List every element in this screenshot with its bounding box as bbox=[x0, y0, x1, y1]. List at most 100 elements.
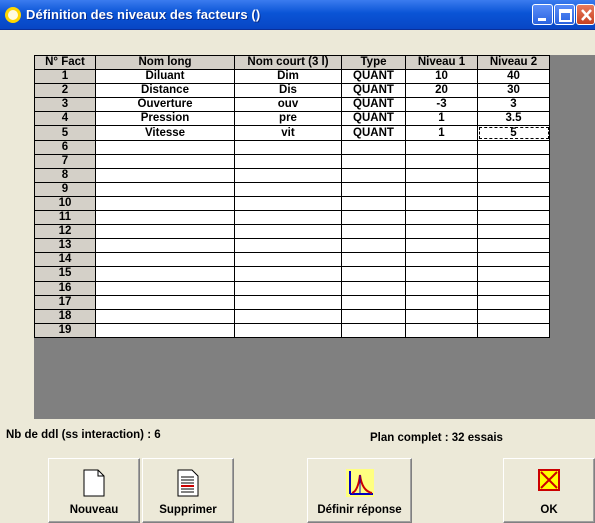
factor-table[interactable]: N° Fact Nom long Nom court (3 l) Type Niveau… bbox=[34, 54, 550, 338]
table-cell[interactable] bbox=[477, 266, 550, 282]
maximize-button[interactable] bbox=[554, 4, 575, 25]
table-cell[interactable] bbox=[405, 224, 478, 240]
table-cell[interactable]: 1 bbox=[405, 125, 478, 141]
table-cell[interactable]: QUANT bbox=[341, 111, 406, 127]
table-cell[interactable] bbox=[341, 266, 406, 282]
table-cell[interactable] bbox=[95, 294, 235, 310]
table-cell[interactable] bbox=[405, 294, 478, 310]
table-cell[interactable] bbox=[95, 181, 235, 197]
table-cell[interactable]: 3.5 bbox=[477, 111, 550, 127]
table-cell[interactable] bbox=[341, 252, 406, 268]
table-cell[interactable]: Diluant bbox=[95, 69, 235, 85]
table-cell[interactable]: 30 bbox=[477, 83, 550, 99]
table-cell[interactable] bbox=[95, 308, 235, 324]
table-cell[interactable]: Vitesse bbox=[95, 125, 235, 141]
table-row[interactable]: 15 bbox=[34, 266, 550, 282]
table-row[interactable]: 16 bbox=[34, 280, 550, 296]
table-cell[interactable] bbox=[341, 322, 406, 338]
table-cell[interactable]: 20 bbox=[405, 83, 478, 99]
table-row[interactable]: 8 bbox=[34, 167, 550, 183]
table-cell[interactable]: Ouverture bbox=[95, 97, 235, 113]
table-cell[interactable] bbox=[405, 280, 478, 296]
table-cell[interactable] bbox=[341, 308, 406, 324]
table-row[interactable]: 14 bbox=[34, 252, 550, 268]
table-cell[interactable] bbox=[405, 167, 478, 183]
table-cell[interactable] bbox=[234, 252, 342, 268]
table-cell[interactable]: ouv bbox=[234, 97, 342, 113]
table-cell[interactable]: QUANT bbox=[341, 125, 406, 141]
table-cell[interactable] bbox=[477, 139, 550, 155]
table-row[interactable]: 19 bbox=[34, 322, 550, 338]
table-cell[interactable] bbox=[234, 181, 342, 197]
table-cell[interactable] bbox=[95, 238, 235, 254]
table-cell[interactable] bbox=[95, 139, 235, 155]
table-cell[interactable] bbox=[234, 167, 342, 183]
table-cell[interactable] bbox=[341, 238, 406, 254]
table-cell[interactable] bbox=[234, 153, 342, 169]
table-cell[interactable] bbox=[341, 224, 406, 240]
table-cell[interactable] bbox=[405, 195, 478, 212]
minimize-button[interactable] bbox=[532, 4, 553, 25]
table-cell[interactable] bbox=[477, 153, 550, 169]
nouveau-button[interactable]: Nouveau bbox=[48, 458, 140, 523]
table-cell[interactable]: vit bbox=[234, 125, 342, 141]
table-row[interactable]: 1 Diluant Dim QUANT 10 40 bbox=[34, 69, 550, 85]
table-cell[interactable]: 10 bbox=[405, 69, 478, 85]
table-cell[interactable] bbox=[95, 266, 235, 282]
table-cell[interactable]: pre bbox=[234, 111, 342, 127]
table-cell[interactable] bbox=[477, 224, 550, 240]
table-cell[interactable]: 5 bbox=[477, 125, 550, 141]
table-cell[interactable]: QUANT bbox=[341, 97, 406, 113]
table-row[interactable]: 11 bbox=[34, 210, 550, 226]
table-cell[interactable] bbox=[234, 238, 342, 254]
definir-reponse-button[interactable]: Définir réponse bbox=[307, 458, 412, 523]
table-cell[interactable] bbox=[477, 210, 550, 226]
table-cell[interactable] bbox=[405, 308, 478, 324]
close-button[interactable] bbox=[576, 4, 595, 25]
table-cell[interactable] bbox=[95, 224, 235, 240]
table-cell[interactable] bbox=[405, 252, 478, 268]
table-cell[interactable] bbox=[405, 322, 478, 338]
table-cell[interactable] bbox=[477, 181, 550, 197]
table-row[interactable]: 12 bbox=[34, 224, 550, 240]
table-cell[interactable] bbox=[95, 195, 235, 212]
table-cell[interactable] bbox=[234, 210, 342, 226]
table-cell[interactable] bbox=[341, 280, 406, 296]
table-cell[interactable]: Dim bbox=[234, 69, 342, 85]
table-cell[interactable]: QUANT bbox=[341, 83, 406, 99]
table-cell[interactable]: 1 bbox=[405, 111, 478, 127]
table-cell[interactable] bbox=[477, 167, 550, 183]
table-cell[interactable] bbox=[95, 210, 235, 226]
table-cell[interactable]: Pression bbox=[95, 111, 235, 127]
table-cell[interactable] bbox=[405, 210, 478, 226]
table-cell[interactable]: 40 bbox=[477, 69, 550, 85]
table-cell[interactable] bbox=[95, 322, 235, 338]
table-cell[interactable] bbox=[477, 238, 550, 254]
table-cell[interactable] bbox=[341, 181, 406, 197]
table-cell[interactable] bbox=[477, 308, 550, 324]
factor-grid-area[interactable]: N° Fact Nom long Nom court (3 l) Type Niveau… bbox=[34, 54, 595, 419]
table-cell[interactable] bbox=[234, 139, 342, 155]
table-cell[interactable] bbox=[234, 224, 342, 240]
table-row[interactable]: 10 bbox=[34, 195, 550, 212]
table-row[interactable]: 17 bbox=[34, 294, 550, 310]
table-cell[interactable] bbox=[405, 238, 478, 254]
table-cell[interactable] bbox=[405, 139, 478, 155]
table-cell[interactable] bbox=[341, 195, 406, 212]
table-cell[interactable] bbox=[234, 322, 342, 338]
table-cell[interactable] bbox=[234, 280, 342, 296]
table-cell[interactable] bbox=[341, 139, 406, 155]
table-cell[interactable] bbox=[95, 153, 235, 169]
table-cell[interactable] bbox=[477, 294, 550, 310]
table-row[interactable]: 6 bbox=[34, 139, 550, 155]
table-cell[interactable] bbox=[341, 210, 406, 226]
table-row[interactable]: 7 bbox=[34, 153, 550, 169]
table-row[interactable]: 4 Pression pre QUANT 1 3.5 bbox=[34, 111, 550, 127]
table-cell[interactable] bbox=[341, 294, 406, 310]
table-cell[interactable] bbox=[405, 153, 478, 169]
table-cell[interactable] bbox=[95, 167, 235, 183]
table-cell[interactable] bbox=[95, 252, 235, 268]
table-cell[interactable] bbox=[234, 294, 342, 310]
ok-button[interactable]: OK bbox=[503, 458, 595, 523]
table-row[interactable]: 18 bbox=[34, 308, 550, 324]
